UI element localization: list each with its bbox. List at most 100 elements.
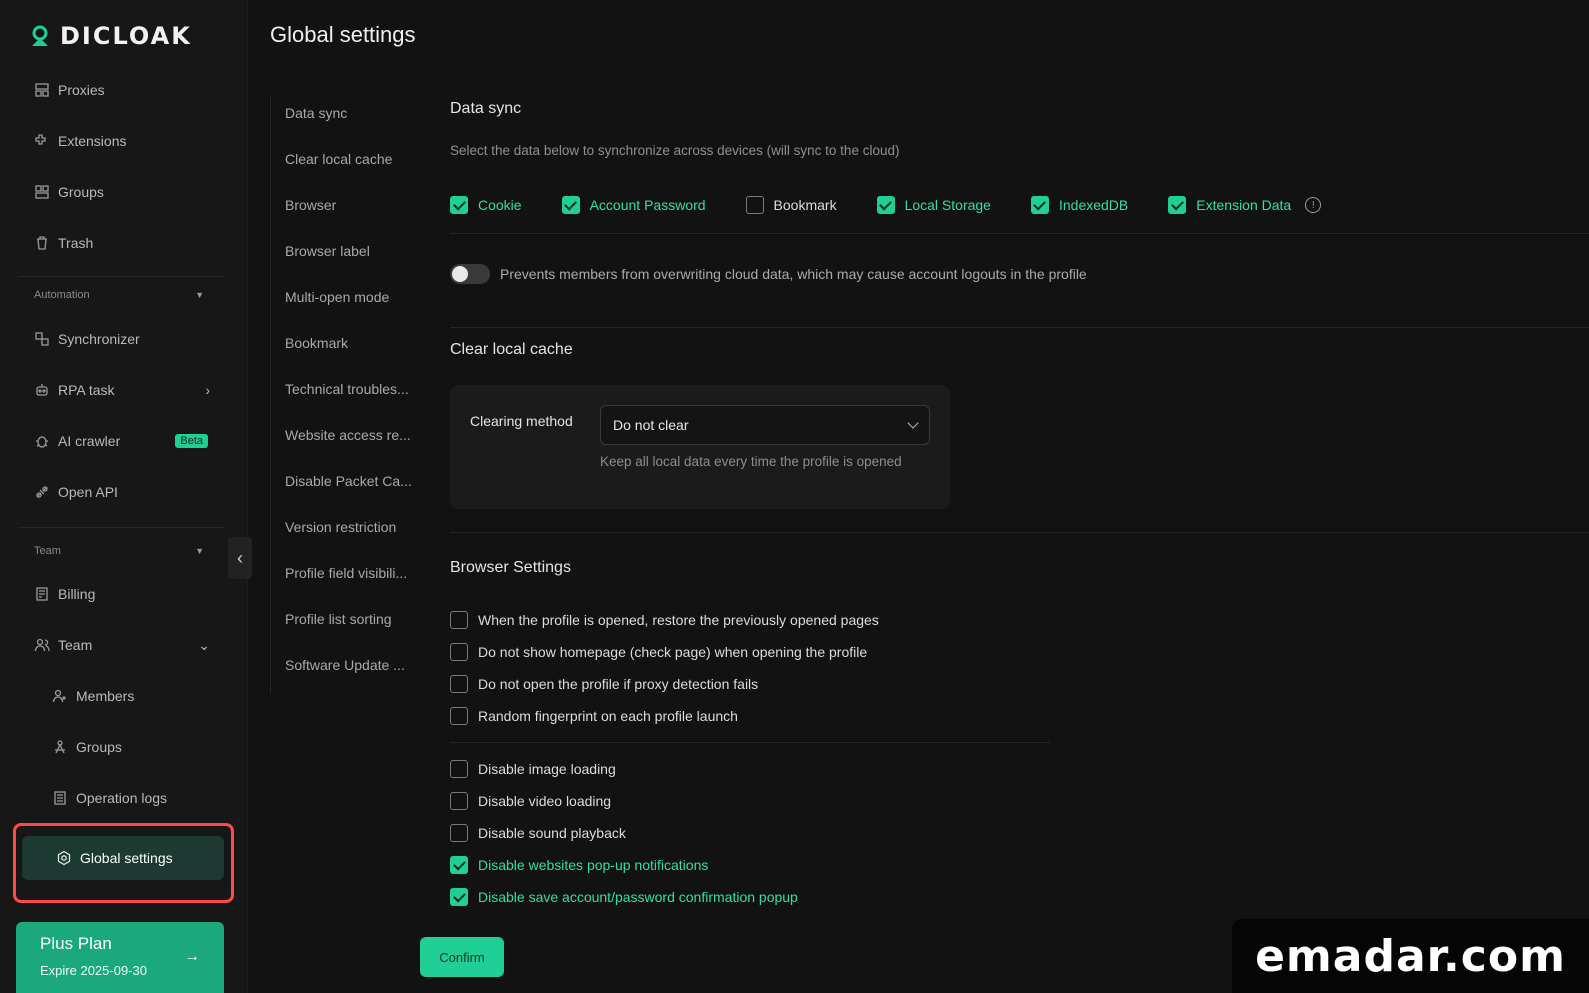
- chevron-left-icon: ‹: [237, 547, 243, 568]
- anchor-disable-packet-capture[interactable]: Disable Packet Ca...: [271, 464, 422, 510]
- caret-down-icon: ▼: [195, 290, 204, 300]
- checkbox-label: Cookie: [478, 197, 522, 213]
- anchor-website-access[interactable]: Website access re...: [271, 418, 422, 464]
- synchronizer-icon: [35, 332, 49, 346]
- checkbox-disable-image[interactable]: Disable image loading: [450, 753, 798, 785]
- checkbox-label: Extension Data: [1196, 197, 1292, 213]
- sidebar-item-operation-logs[interactable]: Operation logs: [18, 780, 224, 816]
- automation-section-header[interactable]: Automation ▼: [34, 289, 204, 301]
- anchor-clear-local-cache[interactable]: Clear local cache: [271, 142, 422, 188]
- sidebar-item-label: Open API: [58, 484, 118, 500]
- sidebar-item-trash[interactable]: Trash: [18, 225, 224, 261]
- brand-name: DICLOAK: [60, 22, 192, 50]
- logo-icon: [32, 25, 48, 46]
- beta-badge: Beta: [175, 434, 208, 448]
- sidebar-item-billing[interactable]: Billing: [18, 576, 224, 612]
- data-sync-title: Data sync: [450, 100, 522, 117]
- collapse-sidebar-button[interactable]: ‹: [228, 537, 252, 579]
- anchor-browser[interactable]: Browser: [271, 188, 422, 234]
- anchor-technical-troubleshooting[interactable]: Technical troubles...: [271, 372, 422, 418]
- sidebar-item-label: RPA task: [58, 382, 115, 398]
- checkbox-label: Disable sound playback: [478, 825, 626, 841]
- section-divider: [450, 532, 1589, 533]
- automation-label: Automation: [34, 289, 90, 301]
- sidebar-item-groups[interactable]: Groups: [18, 174, 224, 210]
- checkbox-label: Random fingerprint on each profile launc…: [478, 708, 738, 724]
- checkbox-box: [450, 611, 468, 629]
- browser-settings-title: Browser Settings: [450, 559, 571, 576]
- checkbox-proxy-detection[interactable]: Do not open the profile if proxy detecti…: [450, 668, 879, 700]
- overwrite-protection-toggle[interactable]: [450, 264, 490, 284]
- sidebar-item-team[interactable]: Team ⌄: [18, 627, 224, 663]
- checkbox-restore-pages[interactable]: When the profile is opened, restore the …: [450, 604, 879, 636]
- sidebar-item-open-api[interactable]: Open API: [18, 474, 224, 510]
- groups-icon: [35, 185, 49, 199]
- anchor-data-sync[interactable]: Data sync: [271, 96, 422, 142]
- billing-icon: [36, 587, 48, 601]
- checkbox-disable-sound[interactable]: Disable sound playback: [450, 817, 798, 849]
- sidebar-item-label: Trash: [58, 235, 94, 251]
- checkbox-indexeddb[interactable]: IndexedDB: [1030, 196, 1129, 214]
- sidebar-item-proxies[interactable]: Proxies: [18, 72, 224, 108]
- anchor-version-restriction[interactable]: Version restriction: [271, 510, 422, 556]
- sidebar-item-rpa-task[interactable]: RPA task ›: [18, 372, 224, 408]
- watermark: emadar.com: [1232, 919, 1589, 993]
- checkbox-box: [561, 196, 580, 214]
- checkbox-extension-data[interactable]: Extension Data: [1168, 196, 1291, 214]
- checkbox-box: [450, 888, 468, 906]
- plan-card[interactable]: Plus Plan Expire 2025-09-30 →: [16, 922, 224, 993]
- sidebar-item-synchronizer[interactable]: Synchronizer: [18, 321, 224, 357]
- anchor-profile-list-sorting[interactable]: Profile list sorting: [271, 602, 422, 648]
- chevron-down-icon: ⌄: [198, 636, 210, 653]
- proxies-icon: [35, 83, 49, 97]
- clearing-method-select[interactable]: Do not clear: [600, 405, 930, 445]
- checkbox-bookmark[interactable]: Bookmark: [745, 196, 837, 214]
- anchor-software-update[interactable]: Software Update ...: [271, 648, 422, 694]
- checkbox-box: [450, 643, 468, 661]
- checkbox-box: [450, 675, 468, 693]
- sidebar-item-global-settings[interactable]: Global settings: [22, 836, 224, 880]
- sidebar-item-label: Members: [76, 688, 135, 704]
- checkbox-random-fingerprint[interactable]: Random fingerprint on each profile launc…: [450, 700, 879, 732]
- sidebar-item-extensions[interactable]: Extensions: [18, 123, 224, 159]
- anchor-multi-open-mode[interactable]: Multi-open mode: [271, 280, 422, 326]
- checkbox-cookie[interactable]: Cookie: [450, 196, 522, 214]
- checkbox-label: Disable websites pop-up notifications: [478, 857, 709, 873]
- sidebar-item-ai-crawler[interactable]: AI crawler Beta: [18, 423, 224, 459]
- checkbox-hide-homepage[interactable]: Do not show homepage (check page) when o…: [450, 636, 879, 668]
- anchor-browser-label[interactable]: Browser label: [271, 234, 422, 280]
- checkbox-box: [450, 760, 468, 778]
- team-section-header[interactable]: Team ▼: [34, 545, 204, 557]
- anchor-profile-field-visibility[interactable]: Profile field visibili...: [271, 556, 422, 602]
- overwrite-protection-row: Prevents members from overwriting cloud …: [450, 264, 1087, 284]
- anchor-bookmark[interactable]: Bookmark: [271, 326, 422, 372]
- data-sync-options: Cookie Account Password Bookmark Local S…: [450, 196, 1322, 214]
- members-icon: [52, 689, 66, 703]
- checkbox-local-storage[interactable]: Local Storage: [876, 196, 991, 214]
- settings-content: Data sync Select the data below to synch…: [450, 0, 1589, 993]
- checkbox-box: [450, 707, 468, 725]
- sidebar-item-team-groups[interactable]: Groups: [18, 729, 224, 765]
- sidebar-item-label: Groups: [58, 184, 104, 200]
- clearing-method-label: Clearing method: [470, 413, 573, 429]
- plan-expire: Expire 2025-09-30: [40, 963, 147, 978]
- brand-logo[interactable]: DICLOAK: [28, 22, 192, 50]
- checkbox-label: IndexedDB: [1058, 197, 1129, 213]
- sidebar-divider: [18, 276, 224, 277]
- clear-cache-title: Clear local cache: [450, 341, 573, 358]
- sidebar-item-members[interactable]: Members: [18, 678, 224, 714]
- confirm-button[interactable]: Confirm: [420, 937, 504, 977]
- checkbox-label: Account Password: [589, 197, 706, 213]
- sidebar-item-label: Operation logs: [76, 790, 168, 806]
- info-icon[interactable]: !: [1305, 197, 1322, 213]
- settings-icon: [57, 850, 71, 866]
- checkbox-label: When the profile is opened, restore the …: [478, 612, 879, 628]
- page-title: Global settings: [270, 22, 416, 47]
- checkbox-disable-popups[interactable]: Disable websites pop-up notifications: [450, 849, 798, 881]
- section-divider: [450, 327, 1589, 328]
- clearing-method-value: Do not clear: [613, 417, 689, 433]
- settings-anchor-nav: Data sync Clear local cache Browser Brow…: [270, 96, 422, 694]
- checkbox-account-password[interactable]: Account Password: [561, 196, 706, 214]
- checkbox-disable-save-password[interactable]: Disable save account/password confirmati…: [450, 881, 798, 913]
- checkbox-disable-video[interactable]: Disable video loading: [450, 785, 798, 817]
